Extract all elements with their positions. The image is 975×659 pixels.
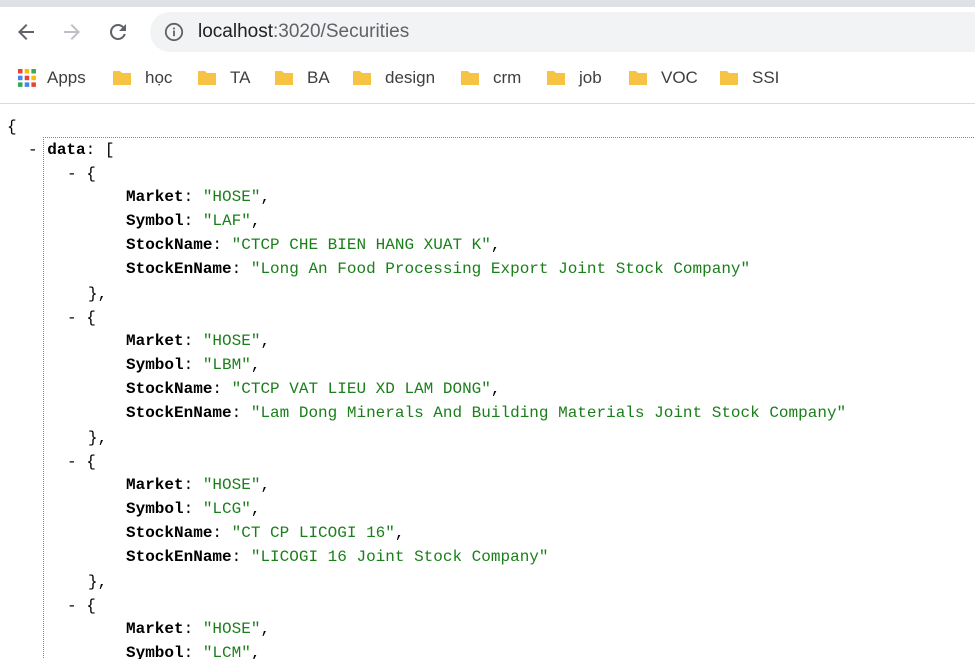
json-field-line: StockName: "CT CP LICOGI 16", [126, 524, 405, 542]
apps-grid-icon [18, 69, 36, 87]
bookmark-ba[interactable]: BA [274, 67, 330, 89]
json-field-line: Market: "HOSE", [126, 332, 271, 350]
arrow-right-icon [64, 24, 80, 40]
bookmark-ssi[interactable]: SSI [719, 67, 779, 89]
bookmark-label: job [579, 68, 602, 87]
bookmark-label: Apps [47, 68, 86, 87]
json-field-line: Symbol: "LCG", [126, 500, 261, 518]
address-bar[interactable]: localhost:3020/Securities [150, 12, 975, 52]
reload-button[interactable] [103, 17, 133, 47]
folder-icon [720, 71, 738, 85]
url-path: :3020/Securities [273, 21, 410, 42]
reload-icon [110, 24, 126, 40]
bookmark-job[interactable]: job [546, 67, 602, 89]
bookmark-label: BA [307, 68, 330, 87]
json-field-line: StockEnName: "LICOGI 16 Joint Stock Comp… [126, 548, 549, 566]
browser-toolbar: localhost:3020/Securities [0, 7, 975, 57]
bookmark-design[interactable]: design [352, 67, 435, 89]
json-field-line: StockEnName: "Lam Dong Minerals And Buil… [126, 404, 847, 422]
collapse-toggle[interactable]: - { [67, 595, 96, 617]
tab-strip [0, 0, 975, 7]
folder-icon [461, 71, 479, 85]
back-button[interactable] [11, 17, 41, 47]
json-field-line: Market: "HOSE", [126, 476, 271, 494]
bookmark-label: crm [493, 68, 522, 87]
bookmark-label: TA [230, 68, 251, 87]
info-icon[interactable] [164, 22, 184, 42]
folder-icon [113, 71, 131, 85]
json-key: data [47, 141, 86, 159]
bookmark-label: học [145, 68, 173, 87]
arrow-left-icon [18, 24, 34, 40]
json-field-line: StockEnName: "Long An Food Processing Ex… [126, 260, 751, 278]
collapse-toggle[interactable]: - { [67, 451, 96, 473]
url-host: localhost [198, 21, 273, 42]
json-field-line: Market: "HOSE", [126, 620, 271, 638]
bookmark-voc[interactable]: VOC [628, 67, 698, 89]
collapse-toggle[interactable]: - { [67, 307, 96, 329]
bookmark-label: VOC [661, 68, 698, 87]
folder-icon [275, 71, 293, 85]
json-item-close: }, [88, 285, 108, 303]
json-viewer: { - data: [ - { Market: "HOSE", Symbol: … [0, 104, 975, 659]
bookmarks-bar: Apps học TA BA design crm job VOC SSI [0, 57, 975, 104]
folder-icon [198, 71, 216, 85]
json-field-line: Symbol: "LBM", [126, 356, 261, 374]
bookmark-label: design [385, 68, 436, 87]
bookmark-crm[interactable]: crm [460, 67, 521, 89]
bookmark-hoc[interactable]: học [112, 67, 172, 89]
collapse-toggle[interactable]: - { [67, 163, 96, 185]
collapse-toggle[interactable]: - [28, 141, 38, 159]
json-item-close: }, [88, 429, 108, 447]
json-field-line: StockName: "CTCP CHE BIEN HANG XUAT K", [126, 236, 501, 254]
json-field-line: Symbol: "LAF", [126, 212, 261, 230]
url-text[interactable]: localhost:3020/Securities [198, 21, 409, 43]
folder-icon [547, 71, 565, 85]
json-item-close: }, [88, 573, 108, 591]
json-field-line: StockName: "CTCP VAT LIEU XD LAM DONG", [126, 380, 501, 398]
forward-button[interactable] [57, 17, 87, 47]
json-field-line: Market: "HOSE", [126, 188, 271, 206]
json-field-line: Symbol: "LCM", [126, 644, 261, 659]
bookmark-label: SSI [752, 68, 780, 87]
json-open-brace: { [7, 118, 17, 136]
bookmark-apps[interactable]: Apps [17, 67, 86, 89]
bookmark-ta[interactable]: TA [197, 67, 250, 89]
folder-icon [353, 71, 371, 85]
json-data-line: - data: [ [28, 141, 115, 159]
folder-icon [629, 71, 647, 85]
